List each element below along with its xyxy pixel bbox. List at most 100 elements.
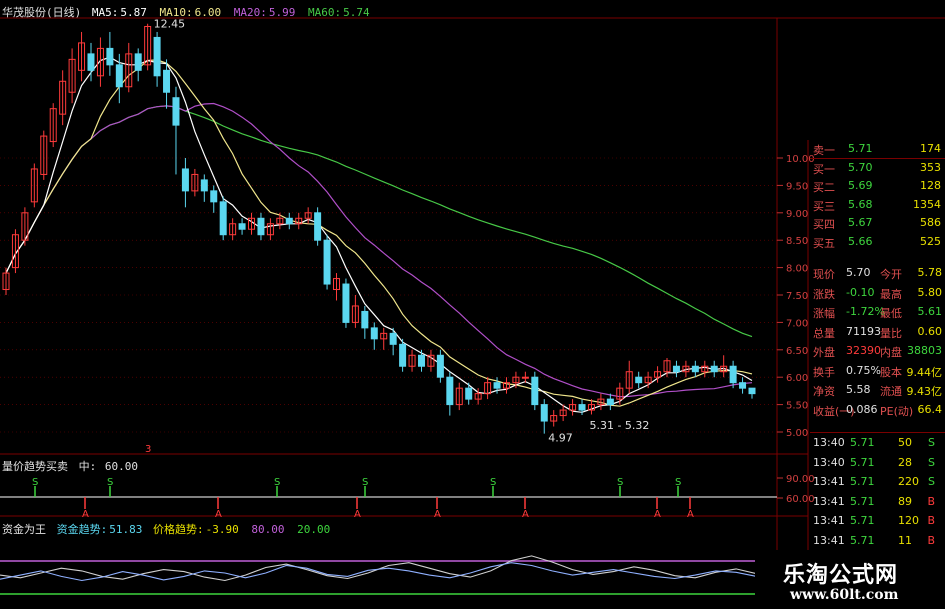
stat-value: 5.61 [917, 305, 943, 318]
order-book-row: 买四 5.67 586 [810, 214, 945, 232]
buy-signal-label: A [522, 509, 529, 520]
candle-body [370, 327, 378, 340]
order-book-row: 卖一 5.71 174 [810, 140, 945, 158]
stat-value: 66.4 [917, 402, 943, 416]
candle-body [181, 168, 189, 192]
indicator2-header: 资金为王 资金趋势: 51.83 价格趋势: -3.90 80.00 20.00 [2, 521, 330, 537]
candle-body [87, 53, 95, 71]
buy-signal-label: A [654, 509, 661, 520]
candle-body [578, 404, 586, 411]
price-trend-value: -3.90 [205, 523, 239, 536]
stat-value: 9.43亿 [906, 385, 943, 398]
order-volume: 128 [920, 179, 941, 192]
price-axis-label: 5.50 [786, 401, 808, 412]
tick-price: 5.71 [850, 494, 875, 508]
tick-price: 5.71 [850, 455, 875, 469]
order-price: 5.66 [848, 234, 873, 248]
tick-volume: 11 [898, 533, 912, 547]
candle-body [210, 190, 218, 203]
buy-signal-label: A [687, 509, 694, 520]
tick-side: B [927, 533, 935, 547]
tick-volume: 28 [898, 455, 912, 469]
brand-url: www.60lt.com [790, 587, 899, 603]
brand-title: 乐淘公式网 [783, 563, 899, 588]
stat-label: 换手 [813, 365, 835, 379]
price-axis-label: 8.50 [786, 236, 808, 247]
order-price: 5.70 [848, 160, 873, 174]
stat-label: 总量 [813, 326, 835, 340]
trade-tick-row: 13:41 5.71 89 B [810, 492, 945, 511]
tick-time: 13:41 [813, 514, 845, 527]
ma5-line [5, 56, 753, 413]
stat-value: 0.75% [846, 363, 881, 377]
candle-body [106, 47, 114, 66]
tick-price: 5.71 [850, 514, 875, 527]
kline-chart[interactable]: S S S S S S SA A A A A A A90.0060.00 10.009.509.008.… [0, 0, 945, 609]
order-level-label: 卖一 [813, 144, 835, 157]
order-volume: 525 [920, 234, 941, 248]
order-book-row: 买一 5.70 353 [810, 159, 945, 177]
stat-label: 净资 [813, 385, 835, 398]
price-axis-label: 9.50 [786, 181, 808, 192]
price-axis-label: 5.00 [786, 428, 808, 439]
order-price: 5.67 [848, 216, 873, 229]
candle-body [606, 398, 614, 406]
tick-price: 5.71 [850, 533, 875, 547]
fund-trend-value: 51.83 [109, 523, 143, 536]
stat-label: 量比 [880, 326, 902, 340]
tick-time: 13:41 [813, 494, 845, 508]
order-book-row: 买三 5.68 1354 [810, 196, 945, 214]
sell-signal-label: S [362, 477, 368, 488]
stat-label: 涨跌 [813, 287, 835, 301]
trade-tick-row: 13:41 5.71 11 B [810, 531, 945, 550]
indicator2-title: 资金为王 [2, 523, 46, 536]
order-book-row: 买五 5.66 525 [810, 233, 945, 251]
indicator1-header: 量价趋势买卖 中: 60.00 [2, 458, 138, 474]
tick-volume: 120 [898, 514, 919, 527]
stat-value: 0.60 [917, 324, 943, 338]
stat-value: 5.80 [917, 285, 943, 299]
stat-label: 流通 [880, 385, 902, 398]
stat-label: 外盘 [813, 346, 835, 359]
chart-header: 华茂股份(日线) MA5: 5.87 MA10: 6.00 MA20: 5.99 MA… [2, 4, 370, 20]
candle-body [417, 354, 425, 367]
tick-volume: 220 [898, 475, 919, 488]
tick-side: S [928, 455, 935, 469]
order-price: 5.68 [848, 197, 873, 211]
buy-signal-label: A [354, 509, 361, 520]
stat-label: 股本 [880, 365, 902, 379]
stat-value: -0.10 [846, 285, 875, 299]
candle-body [436, 354, 444, 378]
candle-body [739, 382, 747, 389]
price-axis-label: 6.50 [786, 346, 808, 357]
candle-body [729, 365, 737, 384]
candle-body [465, 387, 473, 400]
order-volume: 586 [920, 216, 941, 229]
tick-price: 5.71 [850, 436, 875, 449]
stat-value: 0.086 [846, 402, 878, 416]
tick-price: 5.71 [850, 475, 875, 488]
period-marker: 3 [145, 444, 151, 455]
order-price: 5.71 [848, 142, 873, 155]
stock-name: 华茂股份(日线) [2, 6, 82, 19]
sell-signal-label: S [617, 477, 623, 488]
candle-body [531, 376, 539, 406]
candle-body [285, 217, 293, 225]
buy-signal-label: A [215, 509, 222, 520]
candle-body [115, 64, 123, 88]
price-axis-label: 8.00 [786, 264, 808, 275]
ma20-label: MA20: [233, 6, 267, 19]
ma60-label: MA60: [308, 6, 342, 19]
stat-label: 内盘 [880, 346, 902, 359]
sell-signal-label: S [490, 477, 496, 488]
stat-row: 净资 5.58 流通 9.43亿 [810, 381, 945, 399]
stat-row: 外盘 32390 内盘 38803 [810, 342, 945, 360]
price-axis-label: 7.50 [786, 291, 808, 302]
ma10-line [5, 59, 753, 407]
tick-time: 13:41 [813, 533, 845, 547]
candle-body [163, 69, 171, 93]
indicator1-mid-label: 中: [78, 460, 97, 473]
stat-label: 最低 [880, 307, 902, 320]
candle-body [238, 223, 246, 230]
trade-tick-row: 13:40 5.71 28 S [810, 453, 945, 472]
